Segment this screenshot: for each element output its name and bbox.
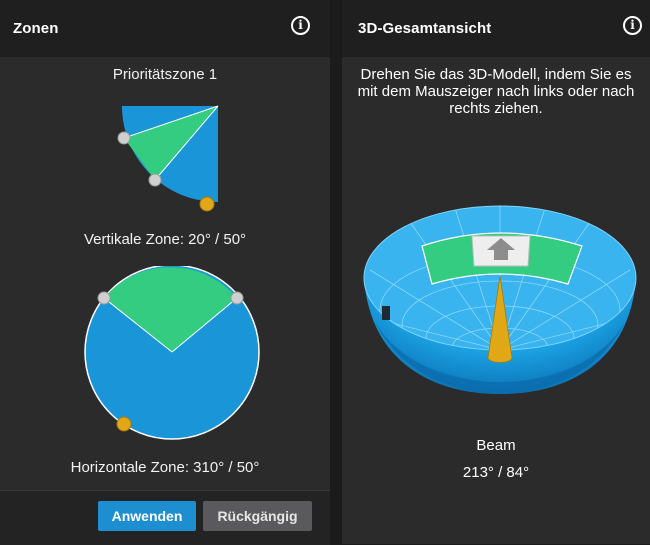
beam-values: 213° / 84° bbox=[462, 464, 530, 481]
apply-button[interactable]: Anwenden bbox=[98, 501, 196, 531]
beam-title: Beam bbox=[476, 437, 516, 454]
horizontal-zone-editor[interactable] bbox=[80, 266, 260, 441]
panel-divider bbox=[330, 0, 342, 544]
zones-panel-header: Zonen i bbox=[0, 0, 330, 57]
horizontal-beam-handle[interactable] bbox=[116, 416, 132, 432]
priority-zone-label: Prioritätszone 1 bbox=[112, 66, 218, 83]
3d-marker bbox=[382, 306, 390, 320]
3d-model-view[interactable] bbox=[360, 200, 640, 400]
vertical-zone-start-handle[interactable] bbox=[117, 131, 131, 145]
rotate-instruction: Drehen Sie das 3D-Modell, indem Sie es m… bbox=[357, 66, 635, 117]
3d-overview-panel: 3D-Gesamtansicht i Drehen Sie das 3D-Mod… bbox=[342, 0, 650, 544]
vertical-zone-label: Vertikale Zone: 20° / 50° bbox=[83, 231, 247, 248]
3d-overview-header: 3D-Gesamtansicht i bbox=[342, 0, 650, 57]
vertical-beam-handle[interactable] bbox=[199, 196, 215, 212]
undo-button[interactable]: Rückgängig bbox=[203, 501, 312, 531]
vertical-zone-end-handle[interactable] bbox=[148, 173, 162, 187]
info-icon[interactable]: i bbox=[291, 16, 310, 35]
horizontal-zone-end-handle[interactable] bbox=[230, 291, 244, 305]
horizontal-zone-label: Horizontale Zone: 310° / 50° bbox=[70, 459, 260, 476]
3d-overview-title: 3D-Gesamtansicht bbox=[358, 20, 492, 37]
info-icon[interactable]: i bbox=[623, 16, 642, 35]
zones-panel: Zonen i Prioritätszone 1 Vertikale Zone:… bbox=[0, 0, 330, 545]
horizontal-zone-start-handle[interactable] bbox=[97, 291, 111, 305]
zones-panel-title: Zonen bbox=[13, 20, 59, 37]
vertical-zone-editor[interactable] bbox=[110, 100, 230, 218]
